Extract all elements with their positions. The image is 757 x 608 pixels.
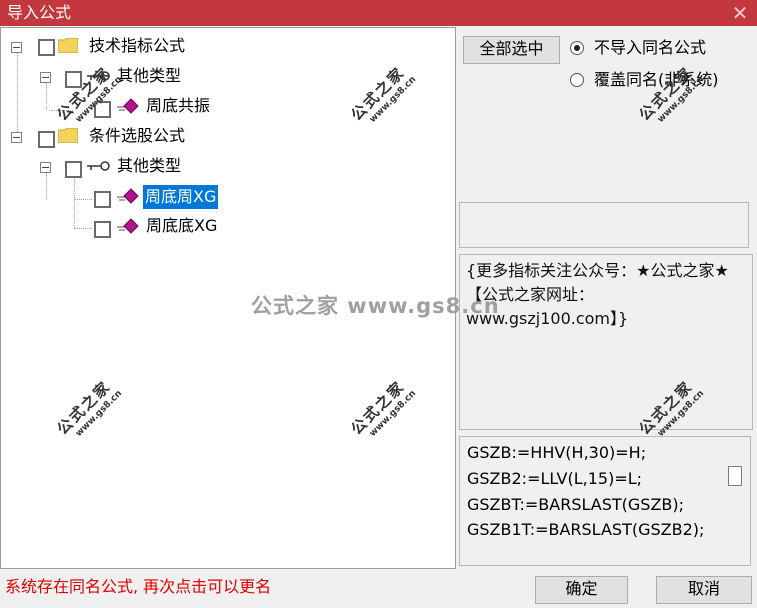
tree-node-formula[interactable]: 周底底XG bbox=[1, 214, 241, 240]
collapse-icon[interactable]: − bbox=[40, 72, 51, 83]
tree-node-other-types[interactable]: − 其他类型 bbox=[1, 64, 221, 90]
node-checkbox[interactable] bbox=[65, 71, 82, 88]
tree-node-other-types[interactable]: − 其他类型 bbox=[1, 154, 221, 180]
collapse-icon[interactable]: − bbox=[40, 162, 51, 173]
radio-overwrite-label[interactable]: 覆盖同名(非系统) bbox=[594, 70, 719, 90]
code-line: GSZB1T:=BARSLAST(GSZB2); bbox=[467, 520, 705, 539]
description-text: {更多指标关注公众号：★公式之家★ 【公式之家网址：www.gszj100.co… bbox=[466, 261, 729, 328]
tree-node-label: 其他类型 bbox=[117, 66, 182, 85]
name-field[interactable] bbox=[459, 202, 749, 248]
code-line: GSZB:=HHV(H,30)=H; bbox=[467, 443, 647, 462]
tree-node-label-selected: 周底周XG bbox=[143, 185, 219, 209]
tree-node-label: 条件选股公式 bbox=[89, 126, 186, 145]
tree-node-formula[interactable]: 周底周XG bbox=[1, 184, 241, 210]
tree-node-label: 技术指标公式 bbox=[89, 36, 186, 55]
node-checkbox[interactable] bbox=[38, 131, 55, 148]
folder-icon bbox=[58, 128, 78, 143]
collapse-icon[interactable]: − bbox=[11, 42, 22, 53]
radio-no-import[interactable] bbox=[570, 41, 584, 55]
folder-icon bbox=[58, 38, 78, 53]
tree-node-tech-indicators[interactable]: − 技术指标公式 bbox=[1, 34, 221, 60]
node-checkbox[interactable] bbox=[94, 101, 111, 118]
formula-tree[interactable]: − 技术指标公式 − 其他类型 周底共振 − 条件选股公式 − 其他类型 周底周… bbox=[0, 27, 456, 569]
collapse-icon[interactable]: − bbox=[11, 132, 22, 143]
select-all-button[interactable]: 全部选中 bbox=[463, 36, 560, 64]
title-bar: 导入公式 ✕ bbox=[0, 0, 757, 26]
tree-node-formula[interactable]: 周底共振 bbox=[1, 94, 241, 120]
indicator-icon bbox=[117, 98, 139, 114]
key-icon bbox=[87, 161, 110, 171]
window-title: 导入公式 bbox=[7, 3, 72, 22]
tree-node-label: 周底底XG bbox=[146, 216, 218, 235]
tree-node-label: 其他类型 bbox=[117, 156, 182, 175]
tree-node-stock-selection[interactable]: − 条件选股公式 bbox=[1, 124, 221, 150]
key-icon bbox=[87, 71, 110, 81]
node-checkbox[interactable] bbox=[65, 161, 82, 178]
code-line: GSZBT:=BARSLAST(GSZB); bbox=[467, 495, 685, 514]
node-checkbox[interactable] bbox=[94, 221, 111, 238]
scrollbar-thumb[interactable] bbox=[728, 466, 742, 486]
indicator-icon bbox=[117, 218, 139, 234]
tree-node-label: 周底共振 bbox=[146, 96, 211, 115]
radio-no-import-label[interactable]: 不导入同名公式 bbox=[594, 38, 706, 58]
node-checkbox[interactable] bbox=[38, 39, 55, 56]
close-icon[interactable]: ✕ bbox=[727, 1, 753, 25]
node-checkbox[interactable] bbox=[94, 191, 111, 208]
cancel-button[interactable]: 取消 bbox=[656, 576, 752, 604]
ok-button[interactable]: 确定 bbox=[535, 576, 628, 604]
status-message: 系统存在同名公式, 再次点击可以更名 bbox=[5, 577, 272, 596]
code-line: GSZB2:=LLV(L,15)=L; bbox=[467, 469, 643, 488]
radio-overwrite[interactable] bbox=[570, 73, 584, 87]
indicator-icon bbox=[117, 188, 139, 204]
